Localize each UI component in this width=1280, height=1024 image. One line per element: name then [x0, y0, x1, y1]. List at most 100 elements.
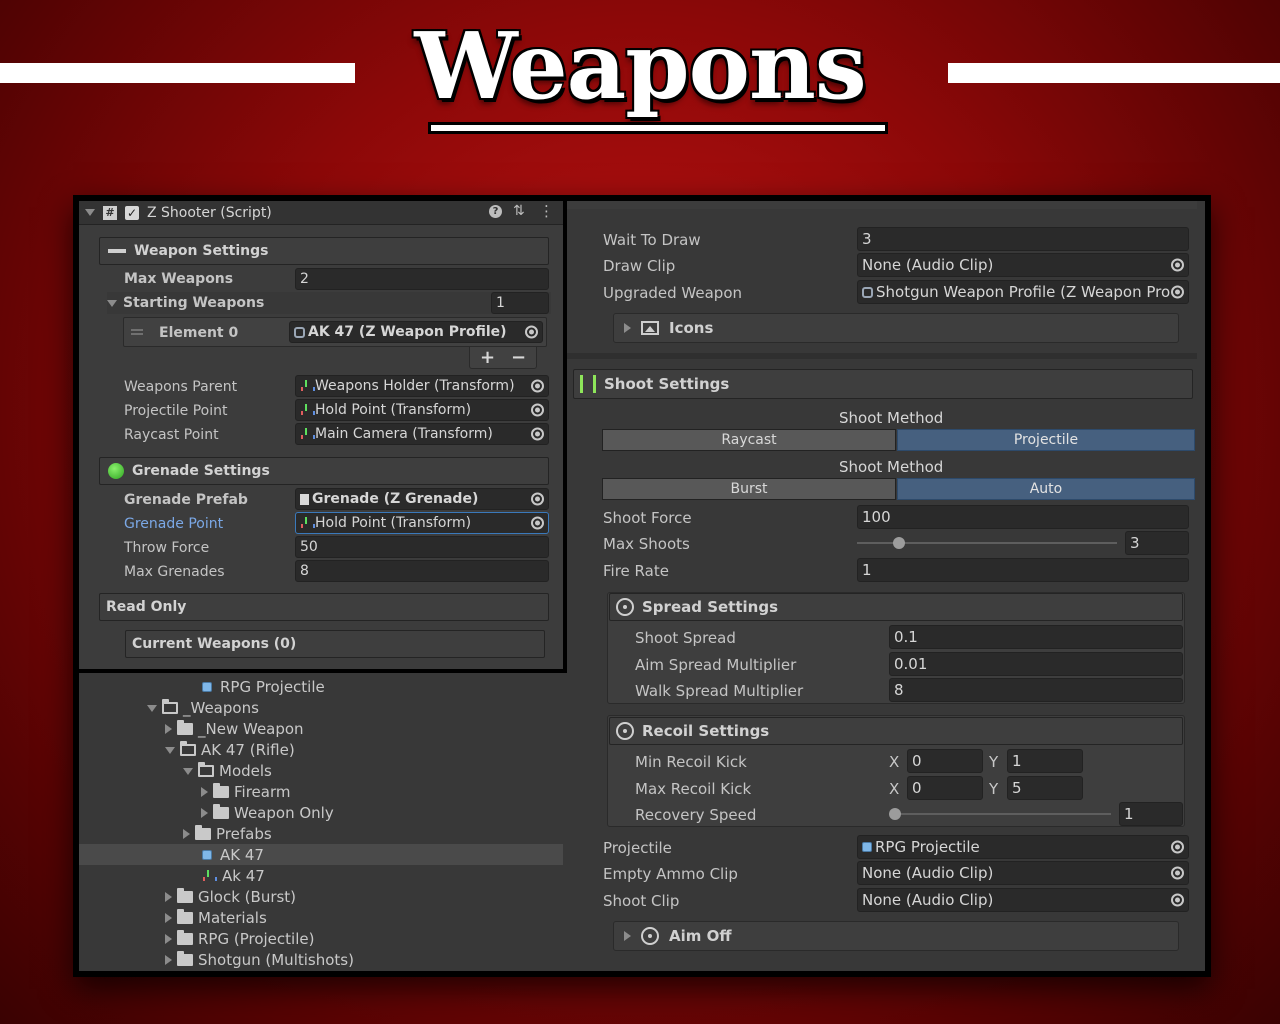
tree-item-rpg-projectile[interactable]: RPG Projectile — [202, 677, 325, 697]
max-shoots-label: Max Shoots — [603, 535, 690, 553]
min-recoil-y-field[interactable]: 1 — [1007, 749, 1083, 773]
object-picker-icon[interactable] — [1171, 866, 1184, 880]
expand-arrow-icon[interactable] — [107, 299, 117, 307]
weapons-parent-field[interactable]: Weapons Holder (Transform) — [295, 375, 549, 397]
tree-item-ak47-prefab[interactable]: AK 47 — [202, 845, 264, 865]
max-shoots-slider-knob[interactable] — [892, 537, 905, 549]
tree-item-ak47-rifle[interactable]: AK 47 (Rifle) — [165, 740, 295, 760]
collapse-arrow-icon[interactable] — [165, 724, 172, 734]
burst-option[interactable]: Burst — [602, 478, 896, 500]
tree-item-weapons-folder[interactable]: _Weapons — [147, 698, 259, 718]
object-picker-icon[interactable] — [1171, 840, 1184, 854]
shoot-clip-field[interactable]: None (Audio Clip) — [857, 888, 1189, 912]
auto-option[interactable]: Auto — [897, 478, 1195, 500]
empty-ammo-field[interactable]: None (Audio Clip) — [857, 861, 1189, 885]
component-expand-icon[interactable] — [85, 209, 95, 216]
help-icon[interactable]: ? — [489, 205, 502, 218]
max-recoil-y-field[interactable]: 5 — [1007, 776, 1083, 800]
section-title: Current Weapons (0) — [132, 636, 297, 652]
tree-item-prefabs[interactable]: Prefabs — [183, 824, 272, 844]
starting-weapons-size-field[interactable]: 1 — [491, 292, 549, 314]
element-0-field[interactable]: AK 47 (Z Weapon Profile) — [289, 321, 543, 343]
tree-item-glock[interactable]: Glock (Burst) — [165, 887, 296, 907]
max-shoots-field[interactable]: 3 — [1125, 531, 1189, 555]
aim-spread-field[interactable]: 0.01 — [889, 652, 1183, 676]
grenade-toggle-icon[interactable] — [108, 463, 124, 479]
object-picker-icon[interactable] — [531, 427, 544, 441]
collapse-arrow-icon[interactable] — [201, 787, 208, 797]
tree-item-weapon-only[interactable]: Weapon Only — [201, 803, 334, 823]
object-picker-icon[interactable] — [531, 379, 544, 393]
recovery-slider-knob[interactable] — [889, 808, 901, 820]
preset-icon[interactable]: ⇅ — [513, 203, 525, 219]
draw-clip-field[interactable]: None (Audio Clip) — [857, 253, 1189, 277]
raycast-point-field[interactable]: Main Camera (Transform) — [295, 423, 549, 445]
wait-to-draw-field[interactable]: 3 — [857, 227, 1189, 251]
grenade-settings-header[interactable]: Grenade Settings — [99, 457, 549, 485]
collapse-arrow-icon[interactable] — [624, 323, 631, 333]
add-element-button[interactable]: + — [480, 347, 495, 368]
object-picker-icon[interactable] — [1171, 258, 1184, 272]
expand-arrow-icon[interactable] — [147, 704, 157, 712]
spread-settings-header[interactable]: Spread Settings — [609, 593, 1183, 621]
object-picker-icon[interactable] — [531, 516, 544, 530]
tree-item-rpg[interactable]: RPG (Projectile) — [165, 929, 314, 949]
fire-rate-field[interactable]: 1 — [857, 558, 1189, 582]
collapse-arrow-icon[interactable] — [165, 892, 172, 902]
throw-force-field[interactable]: 50 — [295, 536, 549, 558]
recoil-settings-header[interactable]: Recoil Settings — [609, 717, 1183, 745]
shoot-spread-field[interactable]: 0.1 — [889, 625, 1183, 649]
shoot-force-field[interactable]: 100 — [857, 505, 1189, 529]
object-picker-icon[interactable] — [531, 403, 544, 417]
tree-item-materials[interactable]: Materials — [165, 908, 267, 928]
weapon-settings-header[interactable]: Weapon Settings — [99, 237, 549, 265]
kebab-menu-icon[interactable]: ⋮ — [539, 202, 554, 220]
recovery-speed-field[interactable]: 1 — [1119, 802, 1183, 826]
grenade-point-field[interactable]: Hold Point (Transform) — [295, 512, 549, 534]
projectile-option[interactable]: Projectile — [897, 429, 1195, 451]
collapse-arrow-icon[interactable] — [165, 913, 172, 923]
starting-weapons-foldout[interactable]: Starting Weapons — [107, 292, 551, 314]
projectile-field[interactable]: RPG Projectile — [857, 835, 1189, 859]
object-picker-icon[interactable] — [1171, 285, 1184, 299]
upgraded-weapon-field[interactable]: Shotgun Weapon Profile (Z Weapon Pro — [857, 280, 1189, 304]
object-picker-icon[interactable] — [525, 325, 538, 339]
expand-arrow-icon[interactable] — [165, 746, 175, 754]
max-recoil-x-field[interactable]: 0 — [907, 776, 983, 800]
grenade-prefab-field[interactable]: Grenade (Z Grenade) — [295, 488, 549, 510]
min-recoil-x-field[interactable]: 0 — [907, 749, 983, 773]
collapse-arrow-icon[interactable] — [165, 934, 172, 944]
remove-element-button[interactable]: − — [511, 347, 526, 368]
tree-item-new-weapon[interactable]: _New Weapon — [165, 719, 304, 739]
tree-item-label: Firearm — [234, 783, 291, 801]
component-enabled-checkbox[interactable]: ✓ — [125, 205, 139, 220]
icons-foldout[interactable]: Icons — [613, 313, 1179, 343]
max-grenades-field[interactable]: 8 — [295, 560, 549, 582]
tree-item-models[interactable]: Models — [183, 761, 272, 781]
field-value: Hold Point (Transform) — [315, 515, 472, 531]
expand-arrow-icon[interactable] — [183, 767, 193, 775]
object-picker-icon[interactable] — [1171, 893, 1184, 907]
recovery-slider-track[interactable] — [889, 813, 1111, 815]
collapse-arrow-icon[interactable] — [624, 931, 631, 941]
drag-handle-icon[interactable] — [131, 329, 143, 335]
collapse-arrow-icon[interactable] — [165, 955, 172, 965]
max-weapons-label: Max Weapons — [124, 271, 234, 287]
aim-off-foldout[interactable]: Aim Off — [613, 921, 1179, 951]
projectile-point-field[interactable]: Hold Point (Transform) — [295, 399, 549, 421]
max-weapons-field[interactable]: 2 — [295, 268, 549, 290]
tree-item-firearm[interactable]: Firearm — [201, 782, 290, 802]
current-weapons-foldout[interactable]: Current Weapons (0) — [125, 630, 545, 658]
aim-spread-label: Aim Spread Multiplier — [635, 656, 797, 674]
weapon-profile-icon — [202, 870, 217, 882]
collapse-arrow-icon[interactable] — [201, 808, 208, 818]
tree-item-ak47-profile[interactable]: Ak 47 — [202, 866, 265, 886]
shoot-settings-header[interactable]: Shoot Settings — [573, 369, 1193, 399]
field-value: 50 — [300, 539, 318, 555]
tree-item-shotgun[interactable]: Shotgun (Multishots) — [165, 950, 354, 970]
read-only-header[interactable]: Read Only — [99, 593, 549, 621]
collapse-arrow-icon[interactable] — [183, 829, 190, 839]
walk-spread-field[interactable]: 8 — [889, 678, 1183, 702]
raycast-option[interactable]: Raycast — [602, 429, 896, 451]
object-picker-icon[interactable] — [531, 492, 544, 506]
